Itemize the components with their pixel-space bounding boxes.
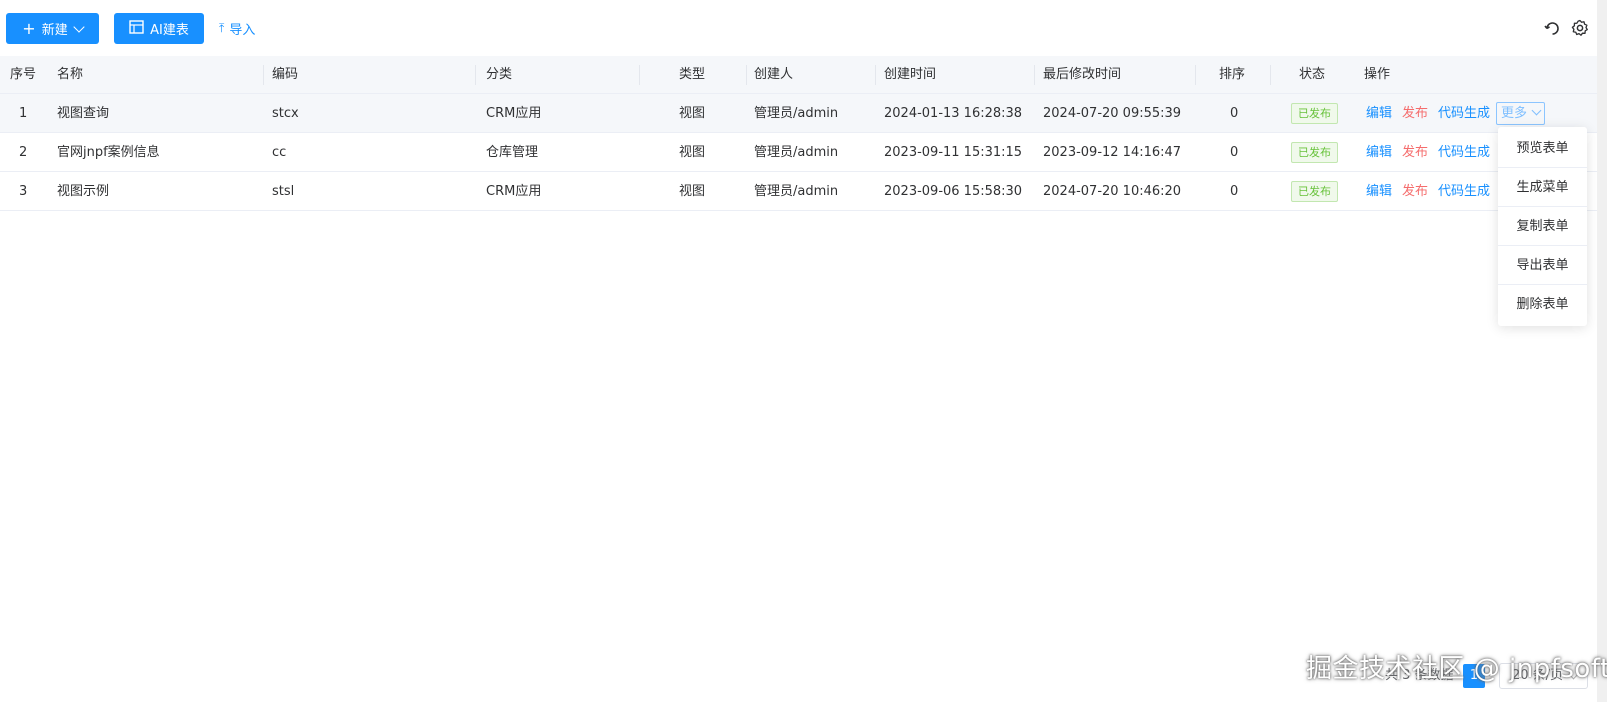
header-created: 创建时间 xyxy=(884,67,937,82)
more-label: 更多 xyxy=(1501,106,1528,121)
menu-item-generate-menu[interactable]: 生成菜单 xyxy=(1498,168,1587,207)
edit-link[interactable]: 编辑 xyxy=(1366,133,1392,172)
header-divider xyxy=(475,65,476,85)
cell-modified: 2024-07-20 09:55:39 xyxy=(1043,106,1182,121)
chevron-down-icon xyxy=(73,20,85,33)
cell-type: 视图 xyxy=(679,145,706,160)
header-status: 状态 xyxy=(1299,67,1326,82)
table-row[interactable]: 2 官网jnpf案例信息 cc 仓库管理 视图 管理员/admin 2023-0… xyxy=(0,133,1597,172)
cell-code: cc xyxy=(272,145,287,160)
codegen-link[interactable]: 代码生成 xyxy=(1438,94,1490,133)
menu-item-copy-form[interactable]: 复制表单 xyxy=(1498,207,1587,246)
cell-creator: 管理员/admin xyxy=(754,145,839,160)
header-divider xyxy=(746,65,747,85)
upload-icon: ⤒ xyxy=(219,21,225,35)
cell-seq: 1 xyxy=(19,106,28,121)
table-header: 序号 名称 编码 分类 类型 创建人 创建时间 最后修改时间 排序 状态 操作 xyxy=(0,56,1597,94)
cell-creator: 管理员/admin xyxy=(754,106,839,121)
cell-created: 2023-09-11 15:31:15 xyxy=(884,145,1023,160)
cell-sort: 0 xyxy=(1230,145,1239,160)
refresh-icon[interactable] xyxy=(1542,18,1562,38)
header-sort: 排序 xyxy=(1219,67,1246,82)
cell-modified: 2023-09-12 14:16:47 xyxy=(1043,145,1182,160)
more-dropdown-menu: 预览表单 生成菜单 复制表单 导出表单 删除表单 xyxy=(1498,127,1587,326)
cell-type: 视图 xyxy=(679,106,706,121)
cell-sort: 0 xyxy=(1230,184,1239,199)
status-badge: 已发布 xyxy=(1291,103,1338,124)
new-button[interactable]: + 新建 xyxy=(6,13,99,44)
header-divider xyxy=(1034,65,1035,85)
cell-seq: 2 xyxy=(19,145,28,160)
ai-button-label: AI建表 xyxy=(150,23,189,38)
status-badge: 已发布 xyxy=(1291,142,1338,163)
watermark: 掘金技术社区 @ jnpfsoft xyxy=(1306,654,1607,684)
ai-create-button[interactable]: AI建表 xyxy=(114,13,204,44)
header-divider xyxy=(1195,65,1196,85)
header-divider xyxy=(639,65,640,85)
plus-icon: + xyxy=(22,18,36,38)
header-name: 名称 xyxy=(57,67,84,82)
status-badge: 已发布 xyxy=(1291,181,1338,202)
data-table: 序号 名称 编码 分类 类型 创建人 创建时间 最后修改时间 排序 状态 操作 … xyxy=(0,56,1597,211)
header-category: 分类 xyxy=(486,67,513,82)
header-actions: 操作 xyxy=(1364,67,1391,82)
menu-item-preview-form[interactable]: 预览表单 xyxy=(1498,129,1587,168)
cell-modified: 2024-07-20 10:46:20 xyxy=(1043,184,1182,199)
codegen-link[interactable]: 代码生成 xyxy=(1438,172,1490,211)
cell-created: 2024-01-13 16:28:38 xyxy=(884,106,1023,121)
publish-link[interactable]: 发布 xyxy=(1402,133,1428,172)
table-row[interactable]: 1 视图查询 stcx CRM应用 视图 管理员/admin 2024-01-1… xyxy=(0,94,1597,133)
cell-name: 官网jnpf案例信息 xyxy=(57,145,160,160)
cell-created: 2023-09-06 15:58:30 xyxy=(884,184,1023,199)
cell-name: 视图查询 xyxy=(57,106,110,121)
cell-name: 视图示例 xyxy=(57,184,110,199)
header-divider xyxy=(263,65,264,85)
gear-icon[interactable] xyxy=(1570,18,1590,38)
cell-code: stcx xyxy=(272,106,299,121)
header-modified: 最后修改时间 xyxy=(1043,67,1122,82)
import-button[interactable]: ⤒ 导入 xyxy=(219,13,255,44)
menu-item-export-form[interactable]: 导出表单 xyxy=(1498,246,1587,285)
menu-item-delete-form[interactable]: 删除表单 xyxy=(1498,285,1587,324)
cell-seq: 3 xyxy=(19,184,28,199)
cell-code: stsl xyxy=(272,184,295,199)
edit-link[interactable]: 编辑 xyxy=(1366,94,1392,133)
new-button-label: 新建 xyxy=(41,23,68,38)
edit-link[interactable]: 编辑 xyxy=(1366,172,1392,211)
cell-category: CRM应用 xyxy=(486,106,542,121)
cell-sort: 0 xyxy=(1230,106,1239,121)
toolbar: + 新建 AI建表 ⤒ 导入 xyxy=(0,0,1607,56)
codegen-link[interactable]: 代码生成 xyxy=(1438,133,1490,172)
table-row[interactable]: 3 视图示例 stsl CRM应用 视图 管理员/admin 2023-09-0… xyxy=(0,172,1597,211)
publish-link[interactable]: 发布 xyxy=(1402,94,1428,133)
cell-category: 仓库管理 xyxy=(486,145,539,160)
cell-category: CRM应用 xyxy=(486,184,542,199)
header-divider xyxy=(1270,65,1271,85)
publish-link[interactable]: 发布 xyxy=(1402,172,1428,211)
ai-form-icon xyxy=(129,20,144,37)
cell-type: 视图 xyxy=(679,184,706,199)
chevron-down-icon xyxy=(1531,105,1542,116)
header-creator: 创建人 xyxy=(754,67,794,82)
more-dropdown-button[interactable]: 更多 xyxy=(1496,102,1546,125)
import-label: 导入 xyxy=(229,23,256,38)
header-divider xyxy=(875,65,876,85)
header-type: 类型 xyxy=(679,67,706,82)
header-seq: 序号 xyxy=(10,67,37,82)
cell-creator: 管理员/admin xyxy=(754,184,839,199)
header-code: 编码 xyxy=(272,67,299,82)
vertical-scrollbar[interactable] xyxy=(1597,0,1607,702)
